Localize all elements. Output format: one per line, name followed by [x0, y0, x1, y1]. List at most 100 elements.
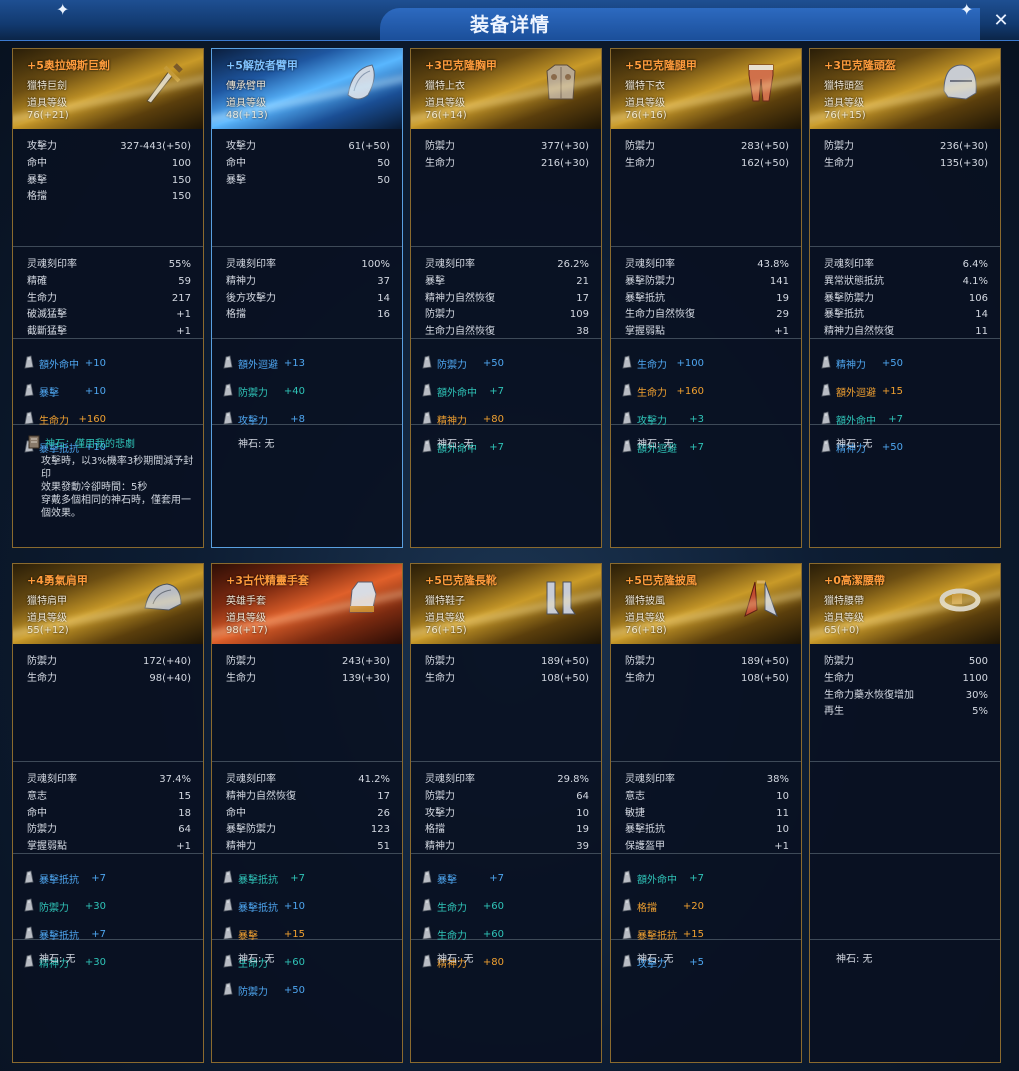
soul-stats: 灵魂刻印率 100% 精神力 37 後方攻擊力 14 格擋 16: [212, 247, 402, 339]
gem-slot[interactable]: 防禦力 +40: [220, 377, 313, 405]
stat-value: 17: [576, 292, 589, 304]
gem-slot[interactable]: 防禦力 +50: [220, 976, 313, 1004]
gem-slot[interactable]: 生命力 +160: [619, 377, 712, 405]
equipment-card[interactable]: +3巴克隆胸甲 獵特上衣 道具等级 76(+14) 防禦力 377(+30) 生命力 216(…: [410, 48, 602, 548]
gem-value: +50: [482, 357, 504, 369]
stat-row: 精神力 37: [226, 274, 390, 291]
gem-slot[interactable]: 額外命中 +7: [419, 377, 512, 405]
gem-slot[interactable]: 暴擊抵抗 +15: [619, 920, 712, 948]
gem-slot[interactable]: 暴擊 +7: [419, 864, 512, 892]
gem-slot[interactable]: 防禦力 +50: [419, 349, 512, 377]
gem-value: +7: [489, 872, 504, 884]
gem-slot[interactable]: 額外迴避 +15: [818, 377, 911, 405]
gem-slot[interactable]: 生命力 +60: [419, 892, 512, 920]
stat-label: 灵魂刻印率: [625, 259, 675, 270]
gem-value: +10: [283, 900, 305, 912]
stat-row: 格擋 150: [27, 189, 191, 206]
stat-label: 暴擊: [27, 174, 47, 186]
stat-row: 暴擊抵抗 10: [625, 822, 789, 839]
gem-value: +60: [283, 956, 305, 968]
gem-slot[interactable]: 額外迴避 +13: [220, 349, 313, 377]
gem-slots: [810, 854, 1000, 940]
stat-value: 14: [377, 292, 390, 304]
stat-row: 精神力自然恢復 17: [226, 789, 390, 806]
stat-value: 189(+50): [541, 656, 589, 667]
gem-slot[interactable]: 額外命中 +7: [818, 405, 911, 433]
equipment-card[interactable]: +0高潔腰帶 獵特腰帶 道具等级 65(+0) 防禦力 500 生命力 1100 生命力藥水恢復…: [809, 563, 1001, 1063]
equipment-card[interactable]: +5解放者臂甲 傳承臂甲 道具等级 48(+13) 攻擊力 61(+50) 命中 50 暴擊 50…: [211, 48, 403, 548]
god-stone: 神石：僅用我的悲劇 攻擊時，以3%機率3秒期間減予封印效果發動冷卻時間：5秒 穿戴多…: [13, 425, 203, 520]
soul-stats: 灵魂刻印率 38% 意志 10 敏捷 11 暴擊抵抗 10 保護盔甲 +1: [611, 762, 801, 854]
stat-label: 掌握弱點: [27, 841, 67, 853]
stat-label: 暴擊防禦力: [824, 292, 874, 304]
stat-row: 防禦力 172(+40): [27, 654, 191, 671]
gem-slots: 生命力 +100 生命力 +160 攻擊力 +3 額外迴避 +7: [611, 339, 801, 455]
gem-slot[interactable]: 防禦力 +30: [21, 892, 114, 920]
stat-value: 37.4%: [159, 774, 191, 785]
gem-slot[interactable]: 生命力 +100: [619, 349, 712, 377]
gem-icon: [818, 354, 836, 373]
gem-value: +8: [290, 413, 305, 425]
equipment-card[interactable]: +5巴克隆腿甲 獵特下衣 道具等级 76(+16) 防禦力 283(+50) 生命力 162(…: [610, 48, 802, 548]
soul-stats: 灵魂刻印率 37.4% 意志 15 命中 18 防禦力 64 掌握弱點 +1: [13, 762, 203, 854]
gem-icon: [419, 897, 437, 916]
stat-label: 生命力: [27, 292, 57, 304]
stat-row: 暴擊 50: [226, 173, 390, 190]
gem-slot[interactable]: 暴擊抵抗 +7: [220, 864, 313, 892]
gem-slot[interactable]: 生命力 +60: [419, 920, 512, 948]
gem-slot[interactable]: 暴擊抵抗 +7: [21, 920, 114, 948]
stat-label: 防禦力: [425, 790, 455, 802]
gem-slot[interactable]: 攻擊力 +3: [619, 405, 712, 433]
equipment-card[interactable]: +5巴克隆長靴 獵特鞋子 道具等级 76(+15) 防禦力 189(+50) 生命力 108(…: [410, 563, 602, 1063]
stat-row: 防禦力 109: [425, 307, 589, 324]
gem-value: +7: [489, 441, 504, 453]
stat-label: 暴擊: [226, 174, 246, 186]
gem-slot[interactable]: 精神力 +50: [818, 349, 911, 377]
gem-value: +7: [689, 441, 704, 453]
item-level-label: 道具等级: [226, 613, 266, 624]
gem-slot[interactable]: 暴擊抵抗 +10: [220, 892, 313, 920]
equipment-card[interactable]: +3古代精靈手套 英雄手套 道具等级 98(+17) 防禦力 243(+30) 生命力 139…: [211, 563, 403, 1063]
gem-slot[interactable]: 額外命中 +10: [21, 349, 114, 377]
gem-value: +15: [881, 385, 903, 397]
soul-stats: [810, 762, 1000, 854]
item-level: 65(+0): [824, 625, 860, 636]
stat-value: 39: [576, 841, 589, 853]
equipment-card[interactable]: +4勇氣肩甲 獵特肩甲 道具等级 55(+12) 防禦力 172(+40) 生命力 98(+4…: [12, 563, 204, 1063]
item-level-label: 道具等级: [425, 98, 465, 109]
stat-label: 格擋: [425, 824, 445, 836]
gem-value: +7: [888, 413, 903, 425]
item-header: +5解放者臂甲 傳承臂甲 道具等级 48(+13): [212, 49, 402, 129]
soul-stats: 灵魂刻印率 6.4% 異常狀態抵抗 4.1% 暴擊防禦力 106 暴擊抵抗 14 精神力自然恢復…: [810, 247, 1000, 339]
gem-slot[interactable]: 攻擊力 +8: [220, 405, 313, 433]
equipment-card[interactable]: +5巴克隆披風 獵特披風 道具等级 76(+18) 防禦力 189(+50) 生命力 108(…: [610, 563, 802, 1063]
gem-slot[interactable]: 暴擊 +15: [220, 920, 313, 948]
base-stats: 防禦力 500 生命力 1100 生命力藥水恢復增加 30% 再生 5%: [810, 644, 1000, 762]
gem-slot[interactable]: 暴擊抵抗 +7: [21, 864, 114, 892]
stat-value: 135(+30): [940, 157, 988, 169]
stat-row: 精確 59: [27, 274, 191, 291]
stat-label: 生命力: [27, 672, 57, 684]
gem-icon: [419, 925, 437, 944]
gem-label: 暴擊抵抗: [238, 902, 278, 914]
gem-slot[interactable]: 生命力 +160: [21, 405, 114, 433]
gem-slot[interactable]: 暴擊 +10: [21, 377, 114, 405]
gem-slot[interactable]: 格擋 +20: [619, 892, 712, 920]
stat-value: 1100: [962, 672, 988, 684]
equipment-card[interactable]: +5奥拉姆斯巨劍 獵特巨劍 道具等级 76(+21) 攻擊力 327-443(+50) 命中…: [12, 48, 204, 548]
gem-value: +80: [482, 956, 504, 968]
gem-value: +30: [84, 900, 106, 912]
stat-label: 灵魂刻印率: [425, 774, 475, 785]
item-level: 76(+15): [824, 110, 866, 121]
item-level: 98(+17): [226, 625, 268, 636]
stat-value: +1: [176, 309, 191, 321]
gem-value: +10: [84, 357, 106, 369]
gem-slot[interactable]: 額外命中 +7: [619, 864, 712, 892]
gem-slot[interactable]: 精神力 +80: [419, 405, 512, 433]
equipment-card[interactable]: +3巴克隆頭盔 獵特頭盔 道具等级 76(+15) 防禦力 236(+30) 生命力 135(…: [809, 48, 1001, 548]
gem-label: 暴擊: [39, 387, 59, 399]
gem-label: 暴擊抵抗: [637, 930, 677, 942]
god-stone-title: 神石：僅用我的悲劇: [27, 435, 195, 455]
gem-value: +60: [482, 900, 504, 912]
close-button[interactable]: ✕: [990, 10, 1012, 32]
